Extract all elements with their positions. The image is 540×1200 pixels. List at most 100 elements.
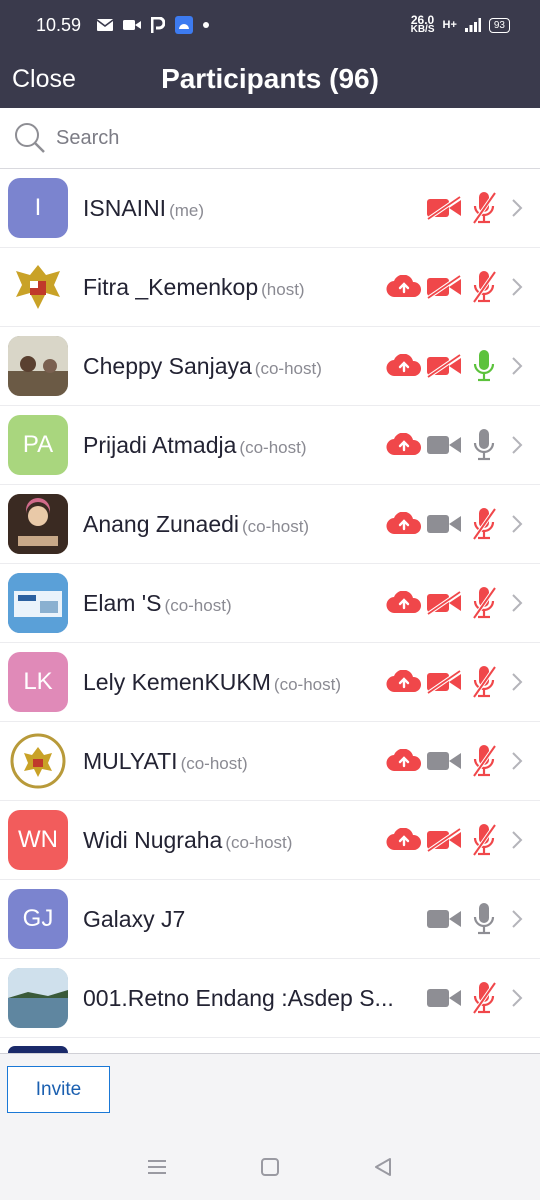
participant-status-icons [386,801,528,879]
video-status[interactable] [426,980,462,1016]
cloud-recording-icon [386,828,421,851]
chevron-right-icon [512,752,523,770]
mic-status[interactable] [466,822,502,858]
avatar: GJ [8,889,68,949]
invite-button[interactable]: Invite [7,1066,110,1113]
chevron-right-icon [512,357,523,375]
participant-row[interactable]: I ISNAINI (me) [0,169,540,248]
mic-muted-icon [472,270,497,304]
cloud-recording-icon [386,354,421,377]
mic-muted-icon [472,981,497,1015]
mic-icon [473,350,495,382]
participant-row[interactable]: PA Prijadi Atmadja (co-host) [0,406,540,485]
parking-app-icon [151,17,166,33]
row-chevron[interactable] [506,348,528,384]
mic-status[interactable] [466,980,502,1016]
footer: Invite [0,1053,540,1133]
close-button[interactable]: Close [12,65,76,94]
participant-name-wrap: Cheppy Sanjaya (co-host) [83,353,322,380]
video-status[interactable] [426,585,462,621]
participant-role: (co-host) [164,595,232,615]
search-input[interactable] [56,126,456,150]
row-chevron[interactable] [506,980,528,1016]
participant-name-wrap: Widi Nugraha (co-host) [83,827,292,854]
mic-status[interactable] [466,348,502,384]
video-notif-icon [123,20,142,30]
participant-name: MULYATI [83,747,178,774]
mic-status[interactable] [466,585,502,621]
participant-role: (co-host) [239,437,307,457]
mic-status[interactable] [466,743,502,779]
chevron-right-icon [512,278,523,296]
video-status[interactable] [426,664,462,700]
participant-row[interactable]: Cheppy Sanjaya (co-host) [0,327,540,406]
menu-icon[interactable] [146,1158,168,1176]
participant-name-wrap: MULYATI (co-host) [83,748,248,775]
participant-name: Fitra _Kemenkop [83,273,259,300]
mic-muted-icon [472,665,497,699]
mic-muted-icon [472,191,497,225]
participant-name: 001.Retno Endang :Asdep S... [83,984,394,1011]
net-speed: 26.0 KB/S [410,13,435,35]
next-avatar-partial [8,1046,68,1053]
home-icon[interactable] [260,1157,280,1177]
system-nav-bar [0,1133,540,1200]
mic-muted-icon [472,586,497,620]
participant-row[interactable]: GJ Galaxy J7 [0,880,540,959]
avatar [8,257,68,317]
participant-row[interactable]: WN Widi Nugraha (co-host) [0,801,540,880]
video-status[interactable] [426,269,462,305]
mic-status[interactable] [466,506,502,542]
row-chevron[interactable] [506,664,528,700]
participant-row[interactable]: Fitra _Kemenkop (host) [0,248,540,327]
participant-row[interactable]: MULYATI (co-host) [0,722,540,801]
cloud-recording-indicator [386,664,422,700]
participant-list[interactable]: I ISNAINI (me) Fitra _Kemenkop (host) Cheppy … [0,169,540,1053]
video-status[interactable] [426,506,462,542]
participant-row[interactable]: LK Lely KemenKUKM (co-host) [0,643,540,722]
status-right: 26.0 KB/S H+ 93 [410,13,510,35]
mic-status[interactable] [466,427,502,463]
video-status[interactable] [426,743,462,779]
mic-status[interactable] [466,901,502,937]
mic-status[interactable] [466,269,502,305]
video-status[interactable] [426,348,462,384]
row-chevron[interactable] [506,901,528,937]
back-icon[interactable] [372,1156,394,1178]
video-status[interactable] [426,901,462,937]
participant-row[interactable]: Anang Zunaedi (co-host) [0,485,540,564]
row-chevron[interactable] [506,743,528,779]
participant-name: Prijadi Atmadja [83,431,237,458]
video-status[interactable] [426,427,462,463]
avatar: LK [8,652,68,712]
participant-name: ISNAINI [83,194,167,221]
row-chevron[interactable] [506,269,528,305]
participant-status-icons [386,406,528,484]
cloud-recording-icon [386,749,421,772]
avatar [8,573,68,633]
row-chevron[interactable] [506,190,528,226]
cloud-recording-indicator [386,822,422,858]
participant-name-wrap: Anang Zunaedi (co-host) [83,511,309,538]
video-icon [427,515,461,533]
mic-icon [473,429,495,461]
chevron-right-icon [512,910,523,928]
mic-status[interactable] [466,190,502,226]
video-off-icon [426,828,462,852]
header: Close Participants (96) [0,50,540,108]
row-chevron[interactable] [506,822,528,858]
row-chevron[interactable] [506,585,528,621]
row-chevron[interactable] [506,427,528,463]
row-chevron[interactable] [506,506,528,542]
dot-icon [203,22,210,28]
cloud-recording-icon [386,275,421,298]
participant-row[interactable]: 001.Retno Endang :Asdep S... [0,959,540,1038]
video-status[interactable] [426,190,462,226]
participant-name: Elam 'S [83,589,162,616]
video-status[interactable] [426,822,462,858]
mic-status[interactable] [466,664,502,700]
chevron-right-icon [512,594,523,612]
video-icon [427,989,461,1007]
cloud-recording-indicator [386,743,422,779]
participant-row[interactable]: Elam 'S (co-host) [0,564,540,643]
